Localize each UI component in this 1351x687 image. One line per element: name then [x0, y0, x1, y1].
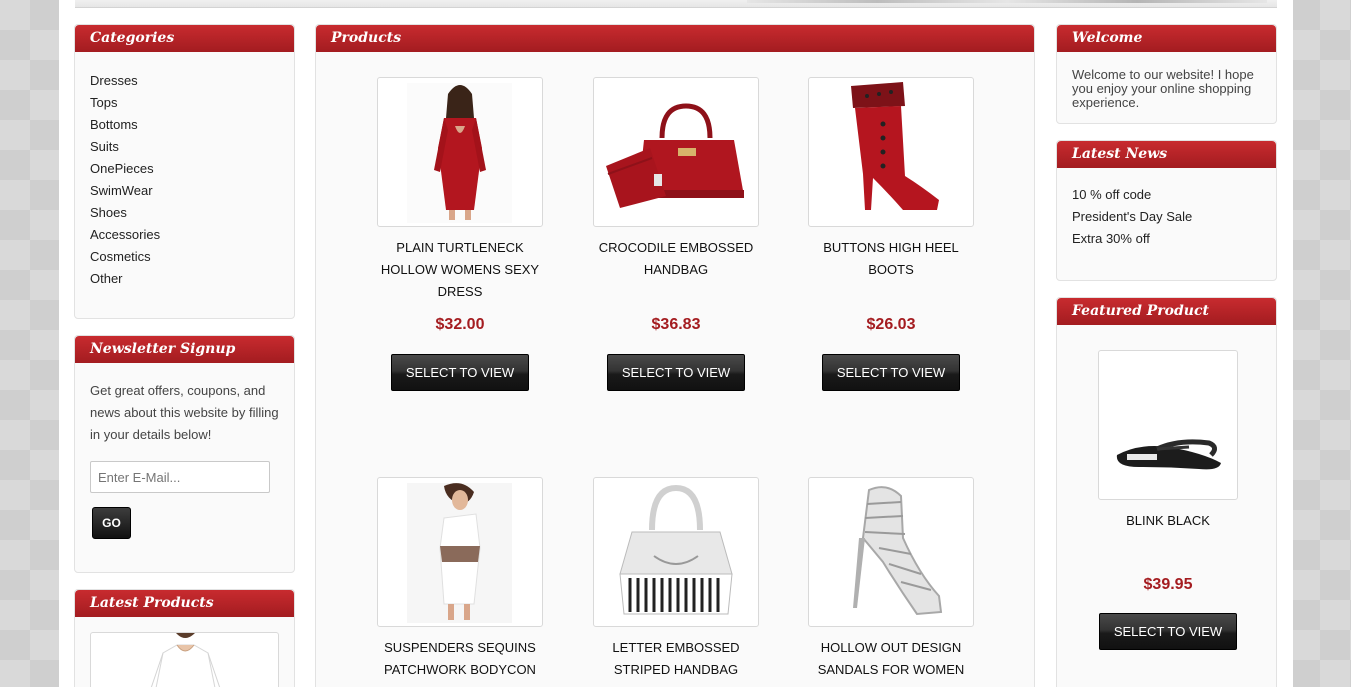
latest-news-box: Latest News 10 % off code President's Da…	[1056, 140, 1277, 281]
category-item-onepieces[interactable]: OnePieces	[90, 158, 279, 180]
white-blouse-image	[150, 633, 221, 687]
product-price: $26.03	[866, 316, 916, 333]
featured-product-thumbnail[interactable]	[1098, 350, 1238, 500]
category-item-other[interactable]: Other	[90, 268, 279, 290]
red-dress-image	[407, 83, 512, 223]
product-price: $36.83	[651, 316, 701, 333]
featured-product-card: BLINK BLACK $39.95 SELECT TO VIEW	[1085, 350, 1251, 650]
product-thumbnail[interactable]	[593, 77, 759, 227]
welcome-message: Welcome to our website! I hope you enjoy…	[1072, 67, 1254, 110]
category-item-tops[interactable]: Tops	[90, 92, 279, 114]
top-banner-strip	[75, 0, 1277, 8]
product-thumbnail[interactable]	[593, 477, 759, 627]
product-name[interactable]: PLAIN TURTLENECK HOLLOW WOMENS SEXY DRES…	[377, 237, 543, 303]
category-list: Dresses Tops Bottoms Suits OnePieces Swi…	[75, 52, 294, 290]
latest-product-thumbnail[interactable]	[90, 632, 279, 687]
featured-product-name[interactable]: BLINK BLACK	[1085, 510, 1251, 576]
red-boot-image	[851, 82, 939, 210]
striped-handbag-image	[619, 484, 733, 615]
category-item-accessories[interactable]: Accessories	[90, 224, 279, 246]
go-button[interactable]: GO	[92, 507, 131, 539]
product-card: LETTER EMBOSSED STRIPED HANDBAG	[593, 477, 759, 687]
featured-select-to-view-button[interactable]: SELECT TO VIEW	[1099, 613, 1237, 650]
product-name[interactable]: SUSPENDERS SEQUINS PATCHWORK BODYCON	[377, 637, 543, 687]
latest-products-header: Latest Products	[75, 590, 294, 617]
product-thumbnail[interactable]	[377, 77, 543, 227]
category-item-shoes[interactable]: Shoes	[90, 202, 279, 224]
email-field[interactable]	[90, 461, 270, 493]
product-thumbnail[interactable]	[808, 77, 974, 227]
latest-news-header: Latest News	[1057, 141, 1276, 168]
silver-sandal-image	[853, 486, 943, 616]
product-card: HOLLOW OUT DESIGN SANDALS FOR WOMEN	[808, 477, 974, 687]
product-card: CROCODILE EMBOSSED HANDBAG $36.83 SELECT…	[593, 77, 759, 391]
newsletter-header: Newsletter Signup	[75, 336, 294, 363]
select-to-view-button[interactable]: SELECT TO VIEW	[607, 354, 745, 391]
news-item[interactable]: President's Day Sale	[1072, 206, 1261, 228]
welcome-box: Welcome Welcome to our website! I hope y…	[1056, 24, 1277, 124]
category-item-swimwear[interactable]: SwimWear	[90, 180, 279, 202]
product-card: PLAIN TURTLENECK HOLLOW WOMENS SEXY DRES…	[377, 77, 543, 391]
product-card: SUSPENDERS SEQUINS PATCHWORK BODYCON	[377, 477, 543, 687]
products-box: Products PLAIN TURTLENECK HOLLOW WOMENS …	[315, 24, 1035, 687]
category-item-bottoms[interactable]: Bottoms	[90, 114, 279, 136]
featured-product-price: $39.95	[1143, 576, 1193, 593]
page-wrapper: Categories Dresses Tops Bottoms Suits On…	[59, 0, 1293, 687]
featured-product-header: Featured Product	[1057, 298, 1276, 325]
black-flip-flop-image	[1116, 439, 1221, 470]
category-item-dresses[interactable]: Dresses	[90, 70, 279, 92]
select-to-view-button[interactable]: SELECT TO VIEW	[822, 354, 960, 391]
latest-products-box: Latest Products	[74, 589, 295, 687]
white-dress-image	[407, 483, 512, 623]
news-item[interactable]: 10 % off code	[1072, 184, 1261, 206]
product-name[interactable]: LETTER EMBOSSED STRIPED HANDBAG	[593, 637, 759, 687]
red-handbag-image	[606, 103, 744, 208]
product-price: $32.00	[435, 316, 485, 333]
category-item-cosmetics[interactable]: Cosmetics	[90, 246, 279, 268]
featured-product-box: Featured Product BLINK BLACK $39.95 SELE…	[1056, 297, 1277, 687]
category-item-suits[interactable]: Suits	[90, 136, 279, 158]
welcome-header: Welcome	[1057, 25, 1276, 52]
categories-box: Categories Dresses Tops Bottoms Suits On…	[74, 24, 295, 319]
product-name[interactable]: HOLLOW OUT DESIGN SANDALS FOR WOMEN	[808, 637, 974, 687]
select-to-view-button[interactable]: SELECT TO VIEW	[391, 354, 529, 391]
categories-header: Categories	[75, 25, 294, 52]
product-name[interactable]: CROCODILE EMBOSSED HANDBAG	[593, 237, 759, 303]
product-card: BUTTONS HIGH HEEL BOOTS $26.03 SELECT TO…	[808, 77, 974, 391]
product-thumbnail[interactable]	[808, 477, 974, 627]
product-thumbnail[interactable]	[377, 477, 543, 627]
newsletter-description: Get great offers, coupons, and news abou…	[90, 383, 279, 442]
news-list: 10 % off code President's Day Sale Extra…	[1057, 168, 1276, 250]
product-name[interactable]: BUTTONS HIGH HEEL BOOTS	[808, 237, 974, 303]
products-header: Products	[316, 25, 1034, 52]
newsletter-box: Newsletter Signup Get great offers, coup…	[74, 335, 295, 573]
news-item[interactable]: Extra 30% off	[1072, 228, 1261, 250]
